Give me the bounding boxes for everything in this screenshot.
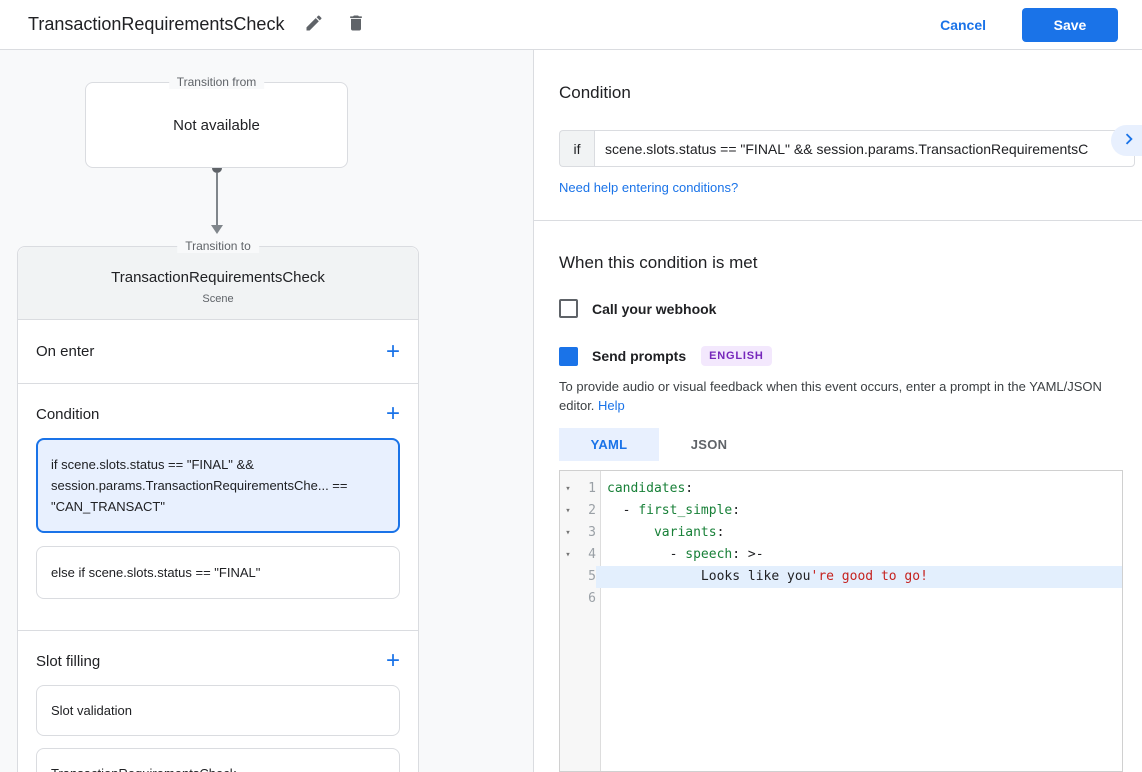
editor-description-text: To provide audio or visual feedback when… (559, 379, 1102, 413)
line-number: 3 (576, 522, 596, 544)
editor-description: To provide audio or visual feedback when… (559, 377, 1123, 415)
conditions-help-link[interactable]: Need help entering conditions? (559, 180, 738, 195)
code-line[interactable]: ▾2 - first_simple: (560, 500, 1122, 522)
slot-filling-item[interactable]: TransactionRequirementsCheck (36, 748, 400, 772)
condition-detail-panel: Condition if Need help entering conditio… (534, 50, 1142, 772)
line-number: 5 (576, 566, 596, 588)
code-line[interactable]: 6 (560, 588, 1122, 610)
line-number: 2 (576, 500, 596, 522)
code-line[interactable]: ▾3 variants: (560, 522, 1122, 544)
condition-section-header: Condition + (18, 384, 418, 438)
when-met-title: When this condition is met (559, 253, 1123, 273)
slot-filling-section-header: Slot filling + (18, 631, 418, 685)
slot-filling-items: Slot validation TransactionRequirementsCh… (18, 685, 418, 772)
transition-from-legend: Transition from (169, 75, 265, 89)
delete-scene-button[interactable] (344, 13, 368, 37)
collapse-panel-button[interactable] (1111, 125, 1142, 156)
code-line[interactable]: ▾4 - speech: >- (560, 544, 1122, 566)
slot-filling-item[interactable]: Slot validation (36, 685, 400, 736)
fold-spacer (560, 588, 576, 610)
send-prompts-checkbox[interactable] (559, 347, 578, 366)
code-text: Looks like you're good to go! (596, 566, 1122, 588)
top-bar: TransactionRequirementsCheck Cancel Save (0, 0, 1142, 50)
slot-filling-label: Slot filling (36, 653, 100, 670)
code-text: variants: (596, 522, 1122, 544)
code-line[interactable]: ▾1candidates: (560, 478, 1122, 500)
code-editor[interactable]: ▾1candidates:▾2 - first_simple:▾3 varian… (559, 470, 1123, 772)
if-prefix-label: if (559, 130, 594, 167)
webhook-row: Call your webhook (559, 299, 1123, 318)
line-number: 6 (576, 588, 596, 610)
send-prompts-row: Send prompts ENGLISH (559, 346, 1123, 366)
arrow-line (216, 173, 218, 225)
editor-help-link[interactable]: Help (598, 398, 625, 413)
code-text: candidates: (596, 478, 1122, 500)
line-number: 1 (576, 478, 596, 500)
page-title: TransactionRequirementsCheck (28, 14, 284, 35)
condition-panel-title: Condition (559, 83, 1123, 103)
call-webhook-checkbox[interactable] (559, 299, 578, 318)
scene-card-header[interactable]: TransactionRequirementsCheck Scene (18, 247, 418, 320)
transition-from-box: Transition from Not available (85, 82, 348, 168)
code-text: - speech: >- (596, 544, 1122, 566)
chevron-right-icon (1118, 128, 1140, 153)
transition-to-legend: Transition to (177, 239, 259, 253)
tab-yaml[interactable]: YAML (559, 428, 659, 461)
scene-card: Transition to TransactionRequirementsChe… (17, 246, 419, 772)
code-text (596, 588, 1122, 610)
pencil-icon (304, 13, 324, 36)
tab-json[interactable]: JSON (659, 428, 759, 461)
fold-spacer (560, 566, 576, 588)
add-on-enter-button[interactable]: + (386, 342, 400, 362)
on-enter-section[interactable]: On enter + (18, 320, 418, 383)
call-webhook-label: Call your webhook (592, 301, 716, 317)
save-button[interactable]: Save (1022, 8, 1118, 42)
code-line[interactable]: 5 Looks like you're good to go! (560, 566, 1122, 588)
transition-from-value: Not available (173, 117, 260, 134)
arrow-head-icon (211, 225, 223, 234)
fold-arrow-icon[interactable]: ▾ (560, 522, 576, 544)
add-slot-button[interactable]: + (386, 651, 400, 671)
send-prompts-label: Send prompts (592, 348, 686, 364)
panel-divider (534, 220, 1142, 221)
fold-arrow-icon[interactable]: ▾ (560, 500, 576, 522)
code-lines: ▾1candidates:▾2 - first_simple:▾3 varian… (560, 471, 1122, 610)
language-badge: ENGLISH (701, 346, 772, 366)
code-text: - first_simple: (596, 500, 1122, 522)
scene-flow-panel: Transition from Not available Transition… (0, 50, 534, 772)
condition-items: if scene.slots.status == "FINAL" && sess… (18, 438, 418, 630)
scene-name: TransactionRequirementsCheck (28, 269, 408, 286)
edit-title-button[interactable] (302, 13, 326, 37)
scene-type-label: Scene (28, 293, 408, 305)
condition-expression-row: if (559, 130, 1135, 167)
on-enter-label: On enter (36, 343, 94, 360)
condition-item[interactable]: else if scene.slots.status == "FINAL" (36, 546, 400, 599)
condition-expression-input[interactable] (594, 130, 1135, 167)
cancel-button[interactable]: Cancel (940, 17, 986, 33)
line-number: 4 (576, 544, 596, 566)
condition-section-label: Condition (36, 406, 99, 423)
editor-tabs: YAMLJSON (559, 428, 1123, 461)
fold-arrow-icon[interactable]: ▾ (560, 544, 576, 566)
add-condition-button[interactable]: + (386, 404, 400, 424)
fold-arrow-icon[interactable]: ▾ (560, 478, 576, 500)
trash-icon (346, 13, 366, 36)
transition-arrow (85, 168, 348, 234)
condition-item[interactable]: if scene.slots.status == "FINAL" && sess… (36, 438, 400, 533)
